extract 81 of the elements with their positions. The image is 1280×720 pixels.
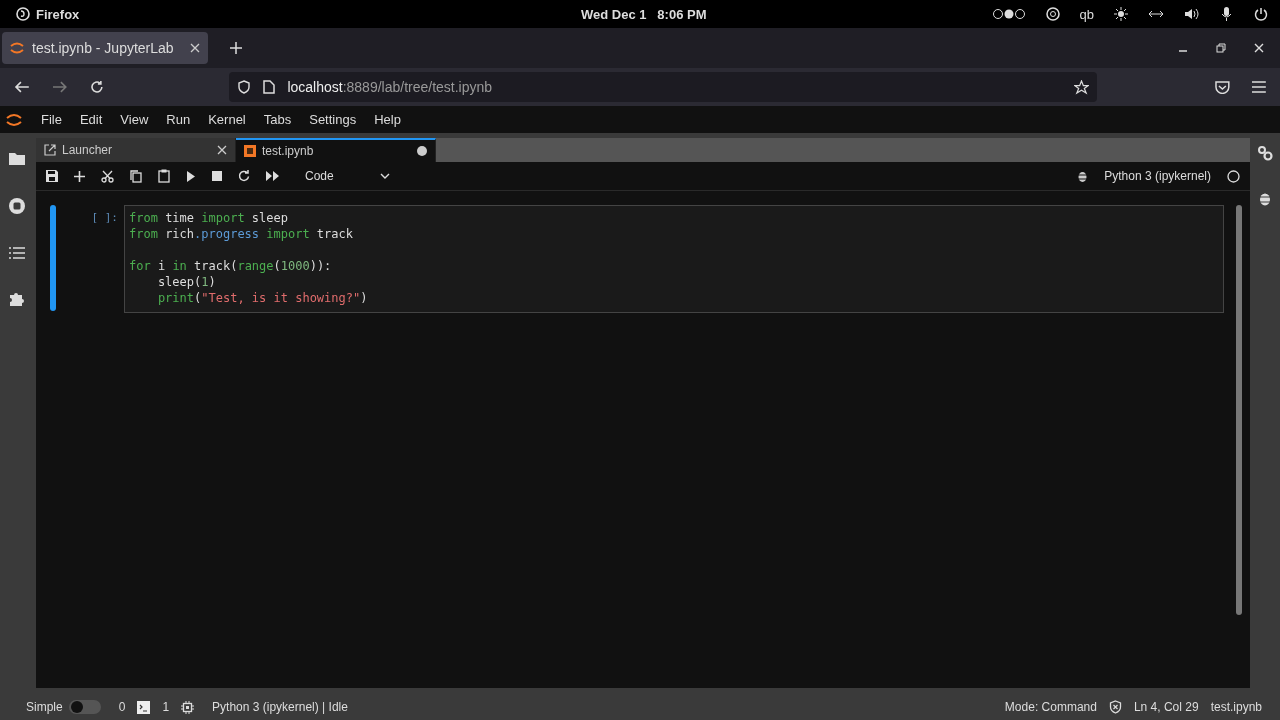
copy-icon[interactable]: [130, 169, 142, 183]
clock[interactable]: Wed Dec 1 8:06 PM: [581, 7, 707, 22]
code-line: from rich.progress import track: [129, 226, 354, 242]
bug-icon[interactable]: [1258, 191, 1272, 206]
notebook-icon: [244, 145, 256, 157]
power-icon[interactable]: [1254, 7, 1268, 21]
menu-item[interactable]: View: [111, 112, 158, 127]
microphone-icon[interactable]: [1220, 7, 1234, 21]
close-icon[interactable]: [190, 43, 200, 53]
file-name[interactable]: test.ipynb: [1210, 700, 1262, 714]
list-icon[interactable]: [8, 247, 25, 259]
close-icon[interactable]: [217, 145, 227, 155]
chip-icon[interactable]: [181, 700, 195, 714]
restart-icon[interactable]: [238, 170, 250, 182]
bug-icon[interactable]: [1077, 170, 1089, 182]
menu-icon[interactable]: [1252, 81, 1266, 93]
cell-prompt: [ ]:: [90, 210, 119, 224]
kernel-name[interactable]: Python 3 (ipykernel): [1104, 169, 1211, 183]
kernel-count[interactable]: 1: [162, 700, 170, 714]
aperture-icon[interactable]: [1045, 7, 1060, 21]
code-line: from time import sleep: [129, 210, 289, 226]
jupyter-logo-icon: [10, 41, 24, 55]
restore-icon[interactable]: [1216, 43, 1226, 53]
menu-item[interactable]: Tabs: [254, 112, 301, 127]
menu-item[interactable]: File: [32, 112, 71, 127]
mode-label: Simple: [26, 700, 63, 714]
reload-icon[interactable]: [89, 80, 104, 94]
terminal-icon[interactable]: [137, 700, 151, 714]
url-text: localhost:8889/lab/tree/test.ipynb: [287, 79, 493, 95]
browser-tab[interactable]: test.ipynb - JupyterLab: [2, 32, 208, 64]
editor-mode[interactable]: Mode: Command: [1004, 700, 1097, 714]
menu-item[interactable]: Kernel: [199, 112, 255, 127]
cell-type-dropdown[interactable]: Code: [305, 169, 390, 183]
back-icon[interactable]: [14, 80, 30, 94]
menu-item[interactable]: Help: [365, 112, 410, 127]
code-line: sleep(1): [156, 274, 217, 290]
shield-icon[interactable]: [237, 80, 252, 94]
workspace-dots-icon[interactable]: [991, 8, 1026, 20]
code-editor[interactable]: from time import sleep from rich.progress import track for i in track(range(1000)): sleep(1) print("Test, is it showing?"): [124, 205, 1224, 313]
scissors-icon[interactable]: [101, 169, 114, 183]
stop-circle-icon[interactable]: [7, 197, 26, 215]
simple-toggle[interactable]: [68, 700, 101, 714]
volume-icon[interactable]: [1184, 8, 1200, 20]
firefox-icon[interactable]: [16, 7, 30, 21]
launch-icon: [44, 144, 56, 156]
puzzle-icon[interactable]: [8, 291, 25, 307]
shield-x-icon[interactable]: [1108, 700, 1122, 714]
menu-item[interactable]: Edit: [70, 112, 112, 127]
scrollbar-thumb[interactable]: [1236, 205, 1242, 615]
brightness-icon[interactable]: [1114, 7, 1128, 21]
page-icon: [263, 80, 276, 94]
cursor-position[interactable]: Ln 4, Col 29: [1133, 700, 1199, 714]
kernel-status[interactable]: Python 3 (ipykernel) | Idle: [212, 700, 348, 714]
run-icon[interactable]: [186, 170, 196, 182]
new-tab-icon[interactable]: [230, 42, 242, 54]
tray-label[interactable]: qb: [1079, 6, 1094, 22]
save-icon[interactable]: [46, 170, 58, 182]
add-icon[interactable]: [74, 170, 85, 182]
fast-forward-icon[interactable]: [266, 171, 279, 181]
tab-title: test.ipynb: [262, 144, 314, 158]
app-name: Firefox: [36, 6, 80, 22]
caret-icon[interactable]: [379, 173, 390, 179]
code-line: for i in track(range(1000)):: [129, 258, 333, 274]
tab-title: test.ipynb - JupyterLab: [32, 40, 175, 56]
close-icon[interactable]: [1254, 43, 1264, 53]
forward-icon[interactable]: [51, 80, 68, 94]
tab-title: Launcher: [62, 143, 113, 157]
folder-icon[interactable]: [8, 151, 25, 165]
document-tab[interactable]: Launcher: [36, 138, 236, 162]
star-icon[interactable]: [1074, 79, 1090, 95]
address-bar[interactable]: localhost:8889/lab/tree/test.ipynb: [229, 72, 1098, 102]
terminal-count[interactable]: 0: [118, 700, 126, 714]
clipboard-icon[interactable]: [158, 169, 170, 183]
menu-item[interactable]: Settings: [300, 112, 366, 127]
code-line: print("Test, is it showing?"): [156, 290, 369, 306]
pocket-icon[interactable]: [1215, 80, 1231, 94]
document-tab[interactable]: test.ipynb: [236, 138, 436, 162]
unsaved-dot-icon[interactable]: [417, 146, 427, 156]
kernel-idle-icon: [1227, 169, 1240, 183]
network-arrows-icon[interactable]: [1148, 9, 1164, 19]
menu-item[interactable]: Run: [157, 112, 200, 127]
